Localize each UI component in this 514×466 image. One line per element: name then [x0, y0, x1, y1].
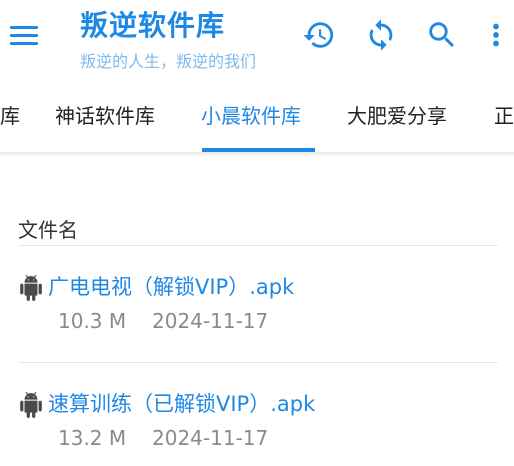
search-icon[interactable] — [425, 18, 459, 52]
tab-dafei[interactable]: 大肥爱分享 — [347, 100, 447, 129]
refresh-icon[interactable] — [364, 18, 398, 52]
more-vert-icon[interactable] — [486, 18, 506, 52]
file-size: 10.3 M — [58, 309, 127, 333]
tabs-shadow — [0, 152, 514, 157]
app-subtitle: 叛逆的人生，叛逆的我们 — [80, 52, 257, 71]
android-icon — [18, 392, 44, 418]
file-meta: 13.2 M 2024-11-17 — [58, 426, 268, 450]
tab-xiaochen[interactable]: 小晨软件库 — [201, 100, 301, 129]
file-name-link[interactable]: 广电电视（解锁VIP）.apk — [48, 271, 294, 301]
app-screen: 叛逆软件库 叛逆的人生，叛逆的我们 库 神话软件库 小晨软件库 大肥爱分享 正 … — [0, 0, 514, 466]
file-date: 2024-11-17 — [152, 426, 269, 450]
tab-partial-left[interactable]: 库 — [0, 100, 20, 129]
file-size: 13.2 M — [58, 426, 127, 450]
tab-bar: 库 神话软件库 小晨软件库 大肥爱分享 正 — [0, 80, 514, 152]
column-header-filename: 文件名 — [18, 218, 78, 242]
tab-shenhua[interactable]: 神话软件库 — [55, 100, 155, 129]
file-row[interactable]: 广电电视（解锁VIP）.apk 10.3 M 2024-11-17 — [18, 271, 498, 351]
file-date: 2024-11-17 — [152, 309, 269, 333]
menu-icon[interactable] — [8, 20, 40, 52]
divider — [18, 245, 498, 246]
tab-partial-right[interactable]: 正 — [494, 100, 514, 129]
file-name-link[interactable]: 速算训练（已解锁VIP）.apk — [48, 388, 315, 418]
file-meta: 10.3 M 2024-11-17 — [58, 309, 268, 333]
app-title: 叛逆软件库 — [80, 9, 226, 42]
app-header: 叛逆软件库 叛逆的人生，叛逆的我们 — [0, 0, 514, 78]
android-icon — [18, 275, 44, 301]
divider — [18, 362, 498, 363]
file-row[interactable]: 速算训练（已解锁VIP）.apk 13.2 M 2024-11-17 — [18, 388, 498, 466]
history-icon[interactable] — [302, 18, 336, 52]
